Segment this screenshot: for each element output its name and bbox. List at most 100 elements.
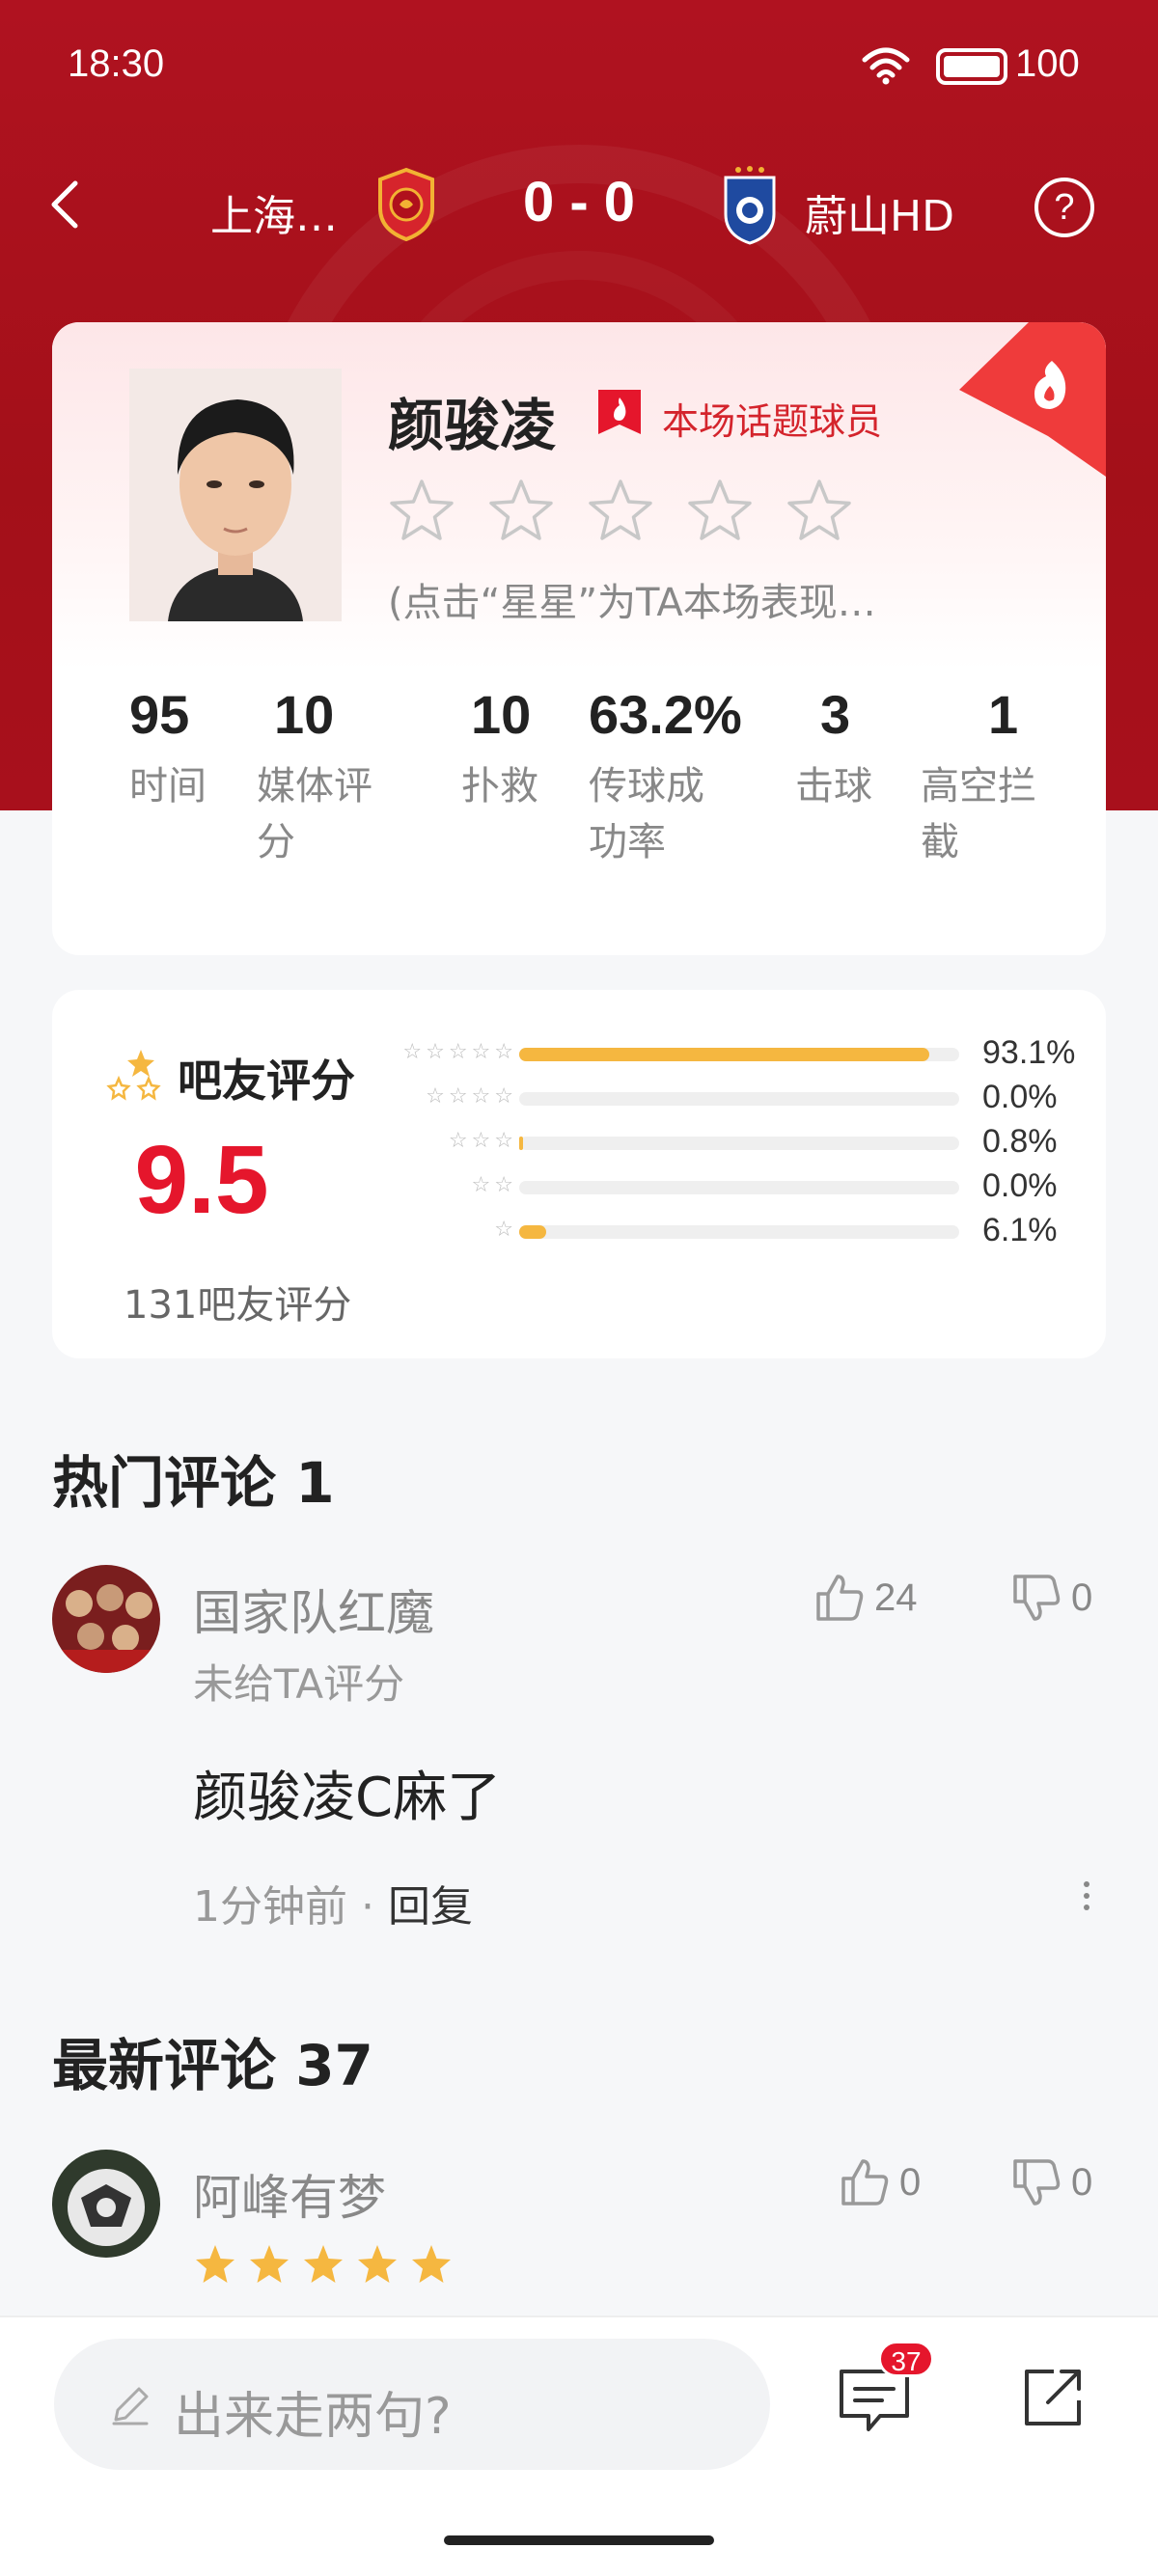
- stat-pass-accuracy: 63.2% 传球成功率: [589, 679, 762, 870]
- status-bar: 18:30 100: [0, 0, 1158, 135]
- home-indicator: [444, 2535, 714, 2545]
- comment-input[interactable]: 出来走两句?: [54, 2339, 770, 2470]
- stat-label: 媒体评分: [257, 764, 372, 864]
- thumbs-up-icon: [841, 2159, 889, 2206]
- stat-minutes: 95 时间: [129, 679, 226, 814]
- star-empty-icon[interactable]: [686, 477, 754, 544]
- comment-text: 颜骏凌C麻了: [193, 1767, 502, 1829]
- like-count: 0: [899, 2161, 922, 2204]
- hot-comments-title: 热门评论 1: [52, 1450, 335, 1516]
- star-empty-icon[interactable]: [786, 477, 853, 544]
- stat-label: 高空拦截: [921, 764, 1036, 864]
- star-filled-icon: [358, 2245, 397, 2283]
- battery-level: 100: [1015, 42, 1080, 85]
- stat-value: 63.2%: [589, 684, 742, 745]
- thumbs-down-icon: [1013, 2159, 1061, 2206]
- star-filled-icon: [412, 2245, 451, 2283]
- hot-flame-corner-icon: [959, 322, 1106, 477]
- reply-button[interactable]: 回复: [388, 1882, 473, 1932]
- rating-hint: (点击“星星”为TA本场表现…: [388, 581, 876, 625]
- player-card: 颜骏凌 本场话题球员 (点击“星星”为TA本场表现… 95 时间 10 媒体评分…: [52, 322, 1106, 955]
- star-filled-icon: [250, 2245, 289, 2283]
- comment-rating-stars: [193, 2242, 463, 2290]
- stat-value: 3: [820, 684, 851, 745]
- dislike-count: 0: [1071, 1576, 1093, 1619]
- star-empty-icon[interactable]: [388, 477, 455, 544]
- star-empty-icon[interactable]: [487, 477, 555, 544]
- comment-time: 1分钟前: [193, 1882, 347, 1932]
- status-time: 18:30: [68, 42, 165, 85]
- rating-row-stars-icon: ☆☆☆: [448, 1129, 517, 1153]
- rating-row-stars-icon: ☆: [494, 1218, 517, 1242]
- stat-label: 时间: [129, 764, 207, 808]
- rating-row-3-star: ☆☆☆ 0.8%: [52, 1123, 1106, 1167]
- home-team-name[interactable]: 上海…: [210, 181, 338, 243]
- comment-rating-status: 未给TA评分: [193, 1660, 405, 1708]
- help-icon[interactable]: ?: [1034, 178, 1094, 237]
- rating-percent: 6.1%: [982, 1212, 1058, 1248]
- player-name: 颜骏凌: [388, 393, 557, 458]
- stat-value: 1: [988, 684, 1019, 745]
- share-icon[interactable]: [1019, 2362, 1089, 2431]
- fire-badge-icon: [598, 390, 641, 434]
- stat-media-rating: 10 媒体评分: [257, 679, 392, 870]
- player-rating-stars[interactable]: [388, 477, 880, 554]
- match-score: 0 - 0: [522, 171, 636, 233]
- comment-username[interactable]: 阿峰有梦: [193, 2159, 386, 2229]
- rating-row-stars-icon: ☆☆☆☆: [426, 1084, 517, 1109]
- stat-saves: 10 扑救: [461, 679, 558, 814]
- rating-bar-track: [519, 1137, 959, 1150]
- stat-value: 95: [129, 684, 190, 745]
- back-icon[interactable]: [39, 176, 96, 233]
- rating-bar-track: [519, 1225, 959, 1239]
- avatar[interactable]: [52, 1565, 160, 1673]
- away-team-name[interactable]: 蔚山HD: [805, 181, 954, 243]
- player-photo: [129, 369, 342, 621]
- thumbs-down-icon: [1013, 1575, 1061, 1621]
- stat-value: 10: [274, 684, 335, 745]
- comment-meta: 1分钟前 · 回复: [193, 1872, 473, 1933]
- rating-percent: 0.8%: [982, 1123, 1058, 1160]
- dislike-count: 0: [1071, 2161, 1093, 2204]
- bottom-action-bar: 出来走两句? 37: [0, 2316, 1158, 2576]
- stat-high-claims: 1 高空拦截: [921, 679, 1065, 870]
- fan-rating-count: 131吧友评分: [124, 1283, 352, 1328]
- comment-placeholder: 出来走两句?: [174, 2388, 452, 2446]
- rating-row-stars-icon: ☆☆: [471, 1173, 517, 1197]
- rating-row-1-star: ☆ 6.1%: [52, 1212, 1106, 1256]
- fan-rating-card: 吧友评分 9.5 131吧友评分 ☆☆☆☆☆ 93.1% ☆☆☆☆ 0.0% ☆☆☆ 0.…: [52, 990, 1106, 1358]
- topic-player-label: 本场话题球员: [662, 400, 883, 443]
- stat-label: 传球成功率: [589, 764, 704, 864]
- meta-separator: ·: [361, 1882, 388, 1932]
- avatar[interactable]: [52, 2150, 160, 2258]
- rating-percent: 93.1%: [982, 1034, 1076, 1071]
- battery-icon: [936, 48, 1007, 85]
- star-filled-icon: [196, 2245, 234, 2283]
- latest-comments-title: 最新评论 37: [52, 2033, 373, 2098]
- stat-label: 击球: [795, 764, 872, 808]
- rating-bar-fill: [519, 1225, 546, 1239]
- rating-bar-fill: [519, 1137, 523, 1150]
- away-team-logo-icon[interactable]: [722, 164, 778, 245]
- comment-item: 国家队红魔 未给TA评分 24 0 颜骏凌C麻了 1分钟前 · 回复: [0, 1565, 1158, 1951]
- wifi-icon: [862, 47, 910, 85]
- star-empty-icon[interactable]: [587, 477, 654, 544]
- pencil-icon: [112, 2387, 149, 2425]
- match-bar: 上海… 0 - 0 蔚山HD ?: [0, 154, 1158, 260]
- comment-item: 阿峰有梦 0 0: [0, 2150, 1158, 2314]
- rating-percent: 0.0%: [982, 1167, 1058, 1204]
- star-filled-icon: [304, 2245, 343, 2283]
- rating-bar-track: [519, 1048, 959, 1061]
- thumbs-up-icon: [816, 1575, 864, 1621]
- rating-bar-track: [519, 1092, 959, 1106]
- rating-row-5-star: ☆☆☆☆☆ 93.1%: [52, 1034, 1106, 1079]
- like-count: 24: [874, 1576, 918, 1619]
- stat-value: 10: [471, 684, 532, 745]
- player-stats: 95 时间 10 媒体评分 10 扑救 63.2% 传球成功率 3 击球 1 高…: [52, 679, 1106, 930]
- more-options-icon[interactable]: [1077, 1876, 1096, 1924]
- rating-row-4-star: ☆☆☆☆ 0.0%: [52, 1079, 1106, 1123]
- rating-row-2-star: ☆☆ 0.0%: [52, 1167, 1106, 1212]
- comment-username[interactable]: 国家队红魔: [193, 1575, 434, 1644]
- home-team-logo-icon[interactable]: [372, 166, 440, 243]
- rating-bar-track: [519, 1181, 959, 1194]
